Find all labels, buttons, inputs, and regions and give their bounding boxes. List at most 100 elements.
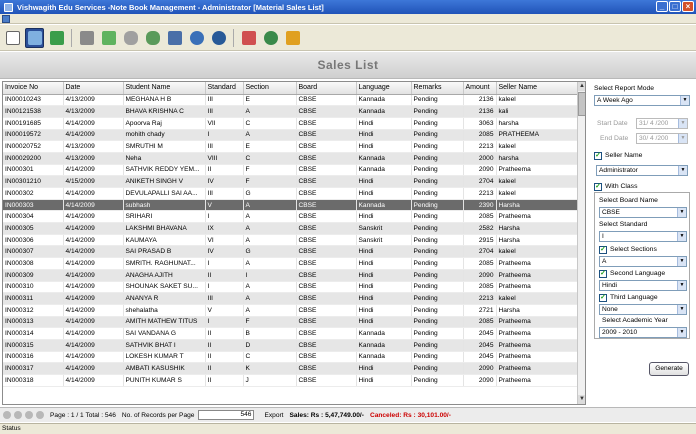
- board-select[interactable]: CBSE ▼: [599, 207, 687, 218]
- table-cell: CBSE: [296, 374, 357, 387]
- table-cell: Pratheema: [496, 374, 578, 387]
- database-button[interactable]: [121, 28, 140, 48]
- table-row[interactable]: IN000301 4/14/2009 SATHVIK REDDY YEM... II F…: [3, 164, 578, 177]
- vertical-scrollbar[interactable]: ▲ ▼: [577, 82, 585, 404]
- table-cell: CBSE: [296, 94, 357, 107]
- table-cell: 4/14/2009: [63, 210, 124, 224]
- table-cell: Hindi: [356, 140, 412, 153]
- end-date-picker[interactable]: 30/ 4 /200 ▼: [636, 133, 688, 144]
- sales-button[interactable]: [47, 28, 66, 48]
- table-row[interactable]: IN000311 4/14/2009 ANANYA R III A CBSE Hindi Pe…: [3, 292, 578, 305]
- new-document-button[interactable]: [3, 28, 22, 48]
- close-button[interactable]: ×: [682, 1, 694, 12]
- sales-grid[interactable]: Invoice No Date Student Name Standard Se…: [2, 81, 586, 405]
- stock-button[interactable]: [77, 28, 96, 48]
- materials-button[interactable]: [25, 27, 44, 48]
- table-cell: II: [205, 362, 244, 375]
- table-cell: DEVULAPALLI SAI AA...: [123, 187, 206, 200]
- maximize-button[interactable]: □: [669, 1, 681, 12]
- report-mode-select[interactable]: A Week Ago ▼: [594, 95, 690, 106]
- seller-name-checkbox[interactable]: ✓: [594, 152, 602, 160]
- table-row[interactable]: IN00301210 4/15/2009 ANIKETH SINGH V IV F CBS…: [3, 175, 578, 188]
- seller-name-value: Administrator: [599, 167, 638, 174]
- table-row[interactable]: IN000309 4/14/2009 ANAGHA AJITH II I CBSE Hind…: [3, 269, 578, 282]
- calendar-icon: ▼: [678, 119, 687, 128]
- table-cell: Pending: [411, 234, 464, 247]
- column-header[interactable]: Section: [243, 82, 297, 95]
- mdi-child-icon[interactable]: [2, 15, 10, 23]
- third-language-select[interactable]: None ▼: [599, 304, 687, 315]
- table-row[interactable]: IN000308 4/14/2009 SMRITH. RAGHUNAT... I A CB…: [3, 257, 578, 270]
- sections-select[interactable]: A ▼: [599, 256, 687, 267]
- table-row[interactable]: IN00121538 4/13/2009 BHAVA KRISHNA C III A CB…: [3, 105, 578, 118]
- table-row[interactable]: IN000315 4/14/2009 SATHVIK BHAT I II D CBSE Ka…: [3, 339, 578, 352]
- settings-button[interactable]: [283, 28, 302, 48]
- table-row[interactable]: IN000318 4/14/2009 PUNITH KUMAR S II J CBSE Hi…: [3, 374, 578, 387]
- column-header[interactable]: Seller Name: [496, 82, 578, 95]
- chevron-down-icon: ▼: [680, 96, 689, 105]
- table-row[interactable]: IN000302 4/14/2009 DEVULAPALLI SAI AA... II…: [3, 187, 578, 200]
- minimize-button[interactable]: _: [656, 1, 668, 12]
- table-row[interactable]: IN000314 4/14/2009 SAI VANDANA G II B CBSE Kan…: [3, 327, 578, 340]
- column-header[interactable]: Remarks: [411, 82, 464, 95]
- table-row[interactable]: IN000304 4/14/2009 SRIHARI I A CBSE Hindi Pendi…: [3, 210, 578, 224]
- table-row[interactable]: IN000312 4/14/2009 shehalatha V A CBSE Hindi Pe…: [3, 304, 578, 317]
- table-cell: III: [205, 94, 244, 107]
- table-cell: SMRITH. RAGHUNAT...: [123, 257, 206, 270]
- column-header[interactable]: Amount: [463, 82, 497, 95]
- table-row[interactable]: IN000313 4/14/2009 AMITH MATHEW TITUS I F CBS…: [3, 316, 578, 329]
- standard-select[interactable]: I ▼: [599, 231, 687, 242]
- table-row[interactable]: IN000310 4/14/2009 SHOUNAK SAKET SU... I A CB…: [3, 281, 578, 294]
- export-link[interactable]: Export: [264, 412, 283, 419]
- column-header[interactable]: Date: [63, 82, 124, 95]
- table-cell: Pratheema: [496, 362, 578, 375]
- table-row[interactable]: IN00191685 4/14/2009 Apoorva Raj VII C CBSE Hi…: [3, 117, 578, 130]
- scroll-up-icon[interactable]: ▲: [578, 82, 585, 91]
- table-cell: CBSE: [296, 222, 357, 235]
- network-button[interactable]: [165, 28, 184, 48]
- table-row[interactable]: IN000303 4/14/2009 subhash V A CBSE Kannada Pen…: [3, 199, 578, 212]
- table-row[interactable]: IN000316 4/14/2009 LOKESH KUMAR T II C CBSE Ka…: [3, 351, 578, 364]
- column-header[interactable]: Board: [296, 82, 357, 95]
- records-per-page-input[interactable]: 546: [198, 410, 255, 420]
- table-row[interactable]: IN000306 4/14/2009 KAUMAYA VI A CBSE Sanskrit P…: [3, 234, 578, 247]
- last-page-icon[interactable]: [36, 411, 44, 419]
- table-row[interactable]: IN000307 4/14/2009 SAI PRASAD B IV G CBSE Hind…: [3, 245, 578, 259]
- column-header[interactable]: Standard: [205, 82, 244, 95]
- report-chart-button[interactable]: [239, 28, 258, 48]
- table-cell: Hindi: [356, 281, 412, 294]
- stock-icon: [79, 30, 94, 45]
- scroll-thumb[interactable]: [578, 92, 585, 116]
- first-page-icon[interactable]: [3, 411, 11, 419]
- database-sync-button[interactable]: [143, 28, 162, 48]
- table-row[interactable]: IN00020752 4/13/2009 SMRUTHI M III E CBSE Hind…: [3, 140, 578, 153]
- second-language-select[interactable]: Hindi ▼: [599, 280, 687, 291]
- table-row[interactable]: IN000317 4/14/2009 AMBATI KASUSHIK II K CBSE H…: [3, 362, 578, 375]
- user-admin-button[interactable]: [209, 28, 228, 48]
- academic-year-select[interactable]: 2009 - 2010 ▼: [599, 327, 687, 338]
- add-stock-button[interactable]: [99, 28, 118, 48]
- column-header[interactable]: Student Name: [123, 82, 206, 95]
- generate-button[interactable]: Generate: [649, 362, 689, 376]
- main-toolbar: [0, 25, 696, 51]
- table-row[interactable]: IN00010243 4/13/2009 MEGHANA H B III E CBSE Ka…: [3, 94, 578, 107]
- second-language-checkbox[interactable]: ✓: [599, 270, 607, 278]
- window-title: Vishwagith Edu Services -Note Book Manag…: [17, 2, 324, 12]
- seller-name-select[interactable]: Administrator ▼: [596, 165, 688, 176]
- sections-checkbox[interactable]: ✓: [599, 246, 607, 254]
- users-group-button[interactable]: [261, 28, 280, 48]
- next-page-icon[interactable]: [25, 411, 33, 419]
- column-header[interactable]: Language: [356, 82, 412, 95]
- third-language-checkbox[interactable]: ✓: [599, 294, 607, 302]
- table-row[interactable]: IN00019572 4/14/2009 mohith chady I A CBSE Hin…: [3, 129, 578, 142]
- column-header[interactable]: Invoice No: [3, 82, 64, 95]
- table-cell: SATHVIK BHAT I: [123, 339, 206, 352]
- with-class-checkbox[interactable]: ✓: [594, 183, 602, 191]
- previous-page-icon[interactable]: [14, 411, 22, 419]
- user-button[interactable]: [187, 28, 206, 48]
- start-date-picker[interactable]: 31/ 4 /200 ▼: [636, 118, 688, 129]
- table-row[interactable]: IN00029200 4/13/2009 Neha VIII C CBSE Kannada P…: [3, 152, 578, 165]
- table-row[interactable]: IN000305 4/14/2009 LAKSHMI BHAVANA IX A CBSE S…: [3, 222, 578, 235]
- scroll-down-icon[interactable]: ▼: [578, 395, 585, 404]
- table-cell: IN000315: [3, 339, 64, 352]
